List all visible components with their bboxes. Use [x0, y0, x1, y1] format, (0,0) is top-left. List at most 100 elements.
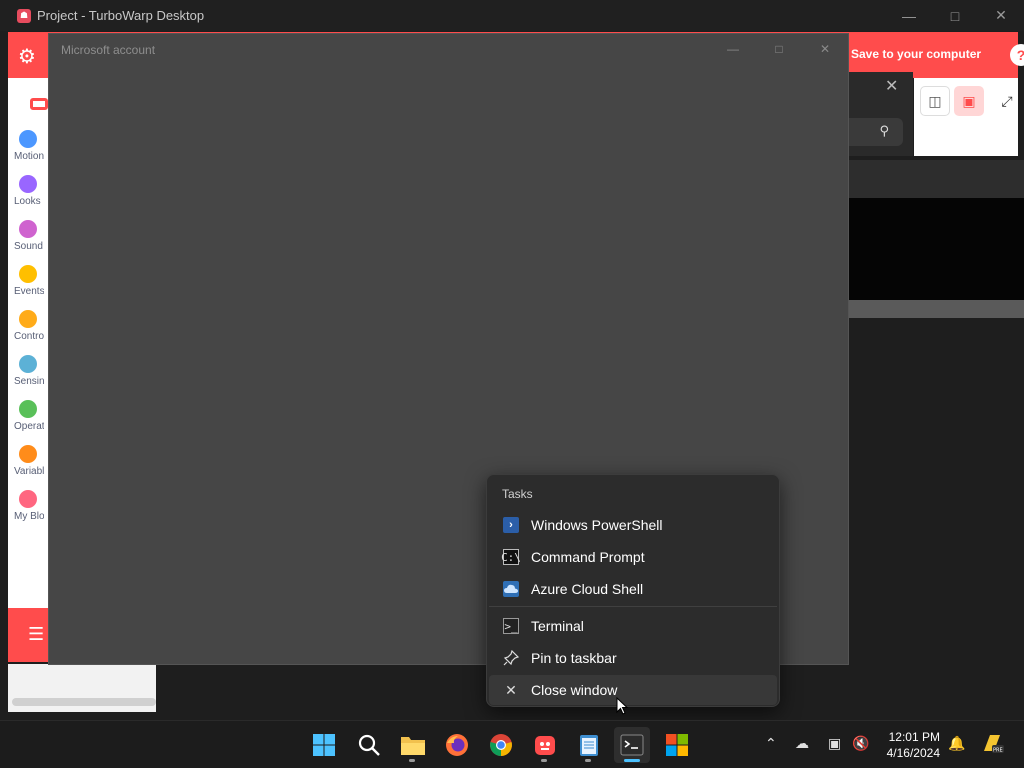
running-indicator [409, 759, 415, 762]
jump-list-item-terminal[interactable]: >_ Terminal [489, 611, 777, 641]
settings-gear-icon[interactable]: ⚙ [18, 44, 36, 69]
turbowarp-window-title: Project - TurboWarp Desktop [37, 8, 205, 23]
sprite-pane-header: ✕ ⚲ [849, 72, 913, 156]
dialog-maximize-button[interactable]: □ [756, 34, 802, 64]
start-button[interactable] [306, 727, 342, 763]
stage-canvas[interactable] [849, 198, 1024, 300]
category-label: Events [14, 286, 44, 297]
jump-list-item-label: Azure Cloud Shell [531, 581, 644, 597]
close-icon[interactable]: ✕ [885, 76, 898, 96]
category-color-dot [19, 445, 37, 463]
add-extension-icon: ☰ [28, 624, 45, 644]
command-prompt-icon: C:\ [501, 549, 521, 565]
category-sound[interactable]: Sound [8, 220, 48, 252]
powershell-icon: › [503, 517, 519, 533]
chrome-button[interactable] [483, 727, 519, 763]
azure-cloud-shell-icon [503, 581, 519, 597]
search-icon[interactable]: ⚲ [849, 118, 903, 146]
turbowarp-taskbar-button[interactable] [527, 727, 563, 763]
clock-time: 12:01 PM [888, 730, 940, 744]
dialog-title: Microsoft account [61, 43, 156, 57]
horizontal-scrollbar[interactable] [12, 698, 156, 706]
fullscreen-icon[interactable]: ⤢ [992, 86, 1022, 116]
category-color-dot [19, 220, 37, 238]
category-sensing[interactable]: Sensing [8, 355, 48, 387]
small-stage-icon[interactable]: ◫ [920, 86, 950, 116]
jump-list-item-windows-powershell[interactable]: › Windows PowerShell [489, 510, 777, 540]
category-control[interactable]: Control [8, 310, 48, 342]
large-stage-icon[interactable]: ▣ [954, 86, 984, 116]
pin-icon [503, 650, 519, 666]
category-label: Sound [14, 241, 43, 252]
jump-list-item-label: Command Prompt [531, 549, 645, 565]
volume-muted-icon[interactable]: 🔇 [852, 735, 869, 752]
jump-list-item-label: Pin to taskbar [531, 650, 617, 666]
notepad-button[interactable] [571, 727, 607, 763]
jump-list-header: Tasks [502, 487, 533, 501]
folder-icon [401, 737, 425, 755]
category-color-dot [19, 265, 37, 283]
extension-button[interactable]: ☰ [8, 608, 48, 662]
taskbar-jump-list: Tasks › Windows PowerShell C:\ Command P… [486, 474, 780, 707]
category-label: Control [14, 331, 44, 342]
terminal-icon: >_ [503, 618, 519, 634]
microsoft-store-button[interactable] [659, 727, 695, 763]
category-events[interactable]: Events [8, 265, 48, 297]
network-icon[interactable]: ▣ [828, 735, 841, 752]
category-color-dot [19, 175, 37, 193]
code-tab-icon[interactable] [30, 98, 48, 110]
jump-list-item-label: Close window [531, 682, 618, 698]
category-looks[interactable]: Looks [8, 175, 48, 207]
close-icon: ✕ [505, 681, 517, 698]
category-label: My Blocks [14, 511, 44, 522]
minimize-button[interactable]: — [886, 0, 932, 31]
turbowarp-app-icon: ☗ [17, 8, 31, 23]
category-label: Operators [14, 421, 44, 432]
workspace-scroll-area [8, 664, 156, 712]
category-label: Motion [14, 151, 44, 162]
windows-logo-icon [313, 734, 335, 756]
category-label: Variables [14, 466, 44, 477]
firefox-icon [446, 734, 468, 756]
chrome-icon [490, 734, 512, 756]
jump-list-item-azure-cloud-shell[interactable]: Azure Cloud Shell [489, 574, 777, 604]
save-to-computer-button[interactable]: Save to your computer [851, 47, 981, 61]
stage-header [849, 160, 1024, 198]
file-explorer-button[interactable] [395, 727, 431, 763]
terminal-taskbar-button[interactable] [614, 727, 650, 763]
copilot-preview-icon[interactable]: PRE [980, 731, 1004, 755]
close-button[interactable]: ✕ [978, 0, 1024, 31]
show-hidden-icons-chevron-up-icon[interactable]: ⌃ [765, 735, 777, 752]
terminal-icon [620, 734, 644, 756]
category-variables[interactable]: Variables [8, 445, 48, 477]
dialog-close-button[interactable]: ✕ [802, 34, 848, 64]
category-operators[interactable]: Operators [8, 400, 48, 432]
stage-divider [849, 300, 1024, 318]
running-indicator [585, 759, 591, 762]
jump-list-item-pin-to-taskbar[interactable]: Pin to taskbar [489, 643, 777, 673]
block-category-sidebar: Motion Looks Sound Events Control Sensing Oper… [8, 78, 48, 608]
jump-list-separator [489, 606, 777, 607]
onedrive-offline-icon[interactable]: ☁ [795, 735, 809, 752]
maximize-button[interactable]: □ [932, 0, 978, 31]
category-my-blocks[interactable]: My Blocks [8, 490, 48, 522]
jump-list-item-close-window[interactable]: ✕ Close window [489, 675, 777, 705]
microsoft-store-icon [666, 734, 688, 756]
taskbar-clock[interactable]: 12:01 PM 4/16/2024 [884, 729, 940, 761]
running-indicator [541, 759, 547, 762]
mouse-cursor-icon [616, 697, 628, 715]
search-button[interactable] [351, 727, 387, 763]
dialog-minimize-button[interactable]: — [710, 34, 756, 64]
category-color-dot [19, 355, 37, 373]
category-color-dot [19, 400, 37, 418]
category-motion[interactable]: Motion [8, 130, 48, 162]
jump-list-item-label: Terminal [531, 618, 584, 634]
help-icon[interactable]: ? [1010, 44, 1024, 66]
turbowarp-titlebar[interactable]: ☗ Project - TurboWarp Desktop — □ ✕ [0, 0, 1024, 31]
jump-list-item-command-prompt[interactable]: C:\ Command Prompt [489, 542, 777, 572]
clock-date: 4/16/2024 [886, 746, 940, 760]
jump-list-item-label: Windows PowerShell [531, 517, 663, 533]
firefox-button[interactable] [439, 727, 475, 763]
turbowarp-icon [535, 736, 555, 755]
notifications-bell-icon[interactable]: 🔔 [948, 735, 965, 752]
